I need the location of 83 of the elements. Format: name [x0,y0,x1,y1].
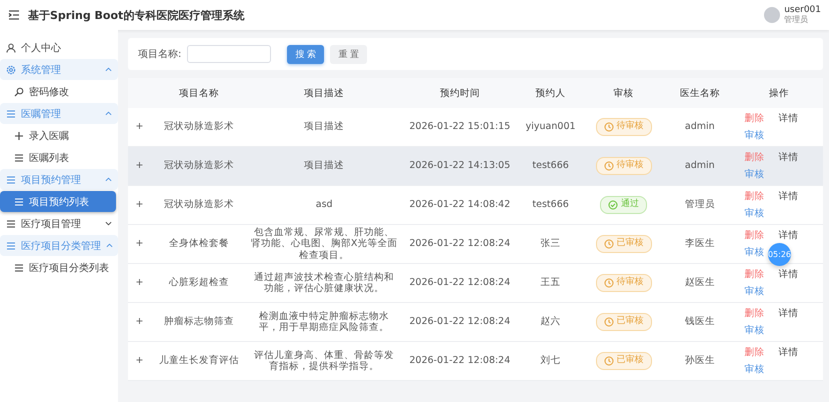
list-icon [14,262,24,272]
table-cell: 刘七 [518,342,583,380]
review-link[interactable]: 审核 [744,169,764,180]
column-header: 项目名称 [150,78,247,108]
status-tag: 已审核 [596,313,652,331]
plus-icon [14,130,24,140]
gear-icon [6,64,16,74]
table-cell: 孙医生 [664,342,736,380]
input-field[interactable] [187,45,272,63]
detail-link[interactable]: 详情 [778,346,798,358]
detail-link[interactable]: 详情 [778,230,798,241]
review-link[interactable]: 审核 [744,325,764,336]
chevron-up-icon[interactable] [106,242,113,249]
sidebar-item[interactable]: 密码修改 [0,81,118,102]
user-name: user001 [784,5,821,15]
delete-link[interactable]: 删除 [744,190,764,202]
list-icon [14,196,24,206]
status-tag: 待审核 [596,274,652,292]
status-tag: 已审核 [596,352,652,370]
expand-toggle[interactable]: + [128,342,151,380]
clock-icon [604,278,614,288]
menu-icon[interactable] [8,9,20,21]
status-tag: 待审核 [596,118,652,136]
clock-icon [604,122,614,132]
review-link[interactable]: 审核 [744,286,764,298]
list-icon [6,218,16,228]
delete-link[interactable]: 删除 [744,308,764,319]
list-icon [6,240,16,250]
detail-link[interactable]: 详情 [778,308,798,319]
delete-link[interactable]: 删除 [744,112,764,124]
user-icon [6,42,16,52]
list-icon [6,174,16,184]
delete-link[interactable]: 删除 [744,230,764,241]
column-header: 预约时间 [401,78,518,108]
table-cell: 儿童生长发育评估 [150,342,247,380]
sidebar-item[interactable]: 医疗项目管理 [0,213,118,234]
delete-link[interactable]: 删除 [744,268,764,280]
clock-icon [604,239,614,249]
chevron-up-icon[interactable] [105,66,112,73]
sidebar-item[interactable]: 个人中心 [0,37,118,58]
detail-link[interactable]: 详情 [778,190,798,202]
column-header: 预约人 [518,78,583,108]
review-link[interactable]: 审核 [744,208,764,220]
table-cell: 评估儿童身高、体重、骨龄等发育指标，提供科学指导。 [246,342,402,380]
sidebar-item[interactable]: 系统管理 [0,59,118,80]
review-link[interactable]: 审核 [744,130,764,142]
review-link[interactable]: 审核 [744,364,764,376]
status-tag: 已审核 [596,235,652,253]
sidebar-item[interactable]: 项目预约管理 [0,169,118,190]
column-header: 项目描述 [246,78,402,108]
chevron-down-icon[interactable] [105,220,112,227]
table-cell: 2026-01-22 12:08:24 [401,342,518,380]
chevron-up-icon[interactable] [105,176,112,183]
sidebar-item[interactable]: 录入医嘱 [0,125,118,146]
clock-icon [604,161,614,171]
search-icon [14,86,24,96]
column-header: 审核 [582,78,664,108]
list-icon [6,108,16,118]
sidebar-item[interactable]: 医疗项目分类列表 [0,257,118,278]
field-label: 项目名称: [138,48,182,61]
app-title: 基于Spring Boot的专科医院医疗管理系统 [28,8,246,22]
detail-link[interactable]: 详情 [778,268,798,280]
sidebar-item[interactable]: 医嘱管理 [0,103,118,124]
search-button[interactable]: 搜 索 [287,44,324,64]
reset-button[interactable]: 重 置 [330,44,368,64]
user-role: 管理员 [784,15,810,25]
list-icon [14,152,24,162]
clock-icon [604,317,614,327]
detail-link[interactable]: 详情 [778,152,798,163]
column-header: 操作 [735,78,823,108]
sidebar-item[interactable]: 医嘱列表 [0,147,118,168]
avatar[interactable] [764,7,780,23]
delete-link[interactable]: 删除 [744,346,764,358]
chevron-up-icon[interactable] [105,110,112,117]
status-tag: 待审核 [596,157,652,175]
review-link[interactable]: 审核 [744,247,764,258]
detail-link[interactable]: 详情 [778,112,798,124]
sidebar-item[interactable]: 医疗项目分类管理 [0,235,118,256]
status-tag: 通过 [600,196,648,214]
column-header: 医生名称 [664,78,736,108]
sidebar-item[interactable]: 项目预约列表 [0,191,116,212]
clock-icon [604,356,614,366]
check-circle-icon [608,200,618,210]
